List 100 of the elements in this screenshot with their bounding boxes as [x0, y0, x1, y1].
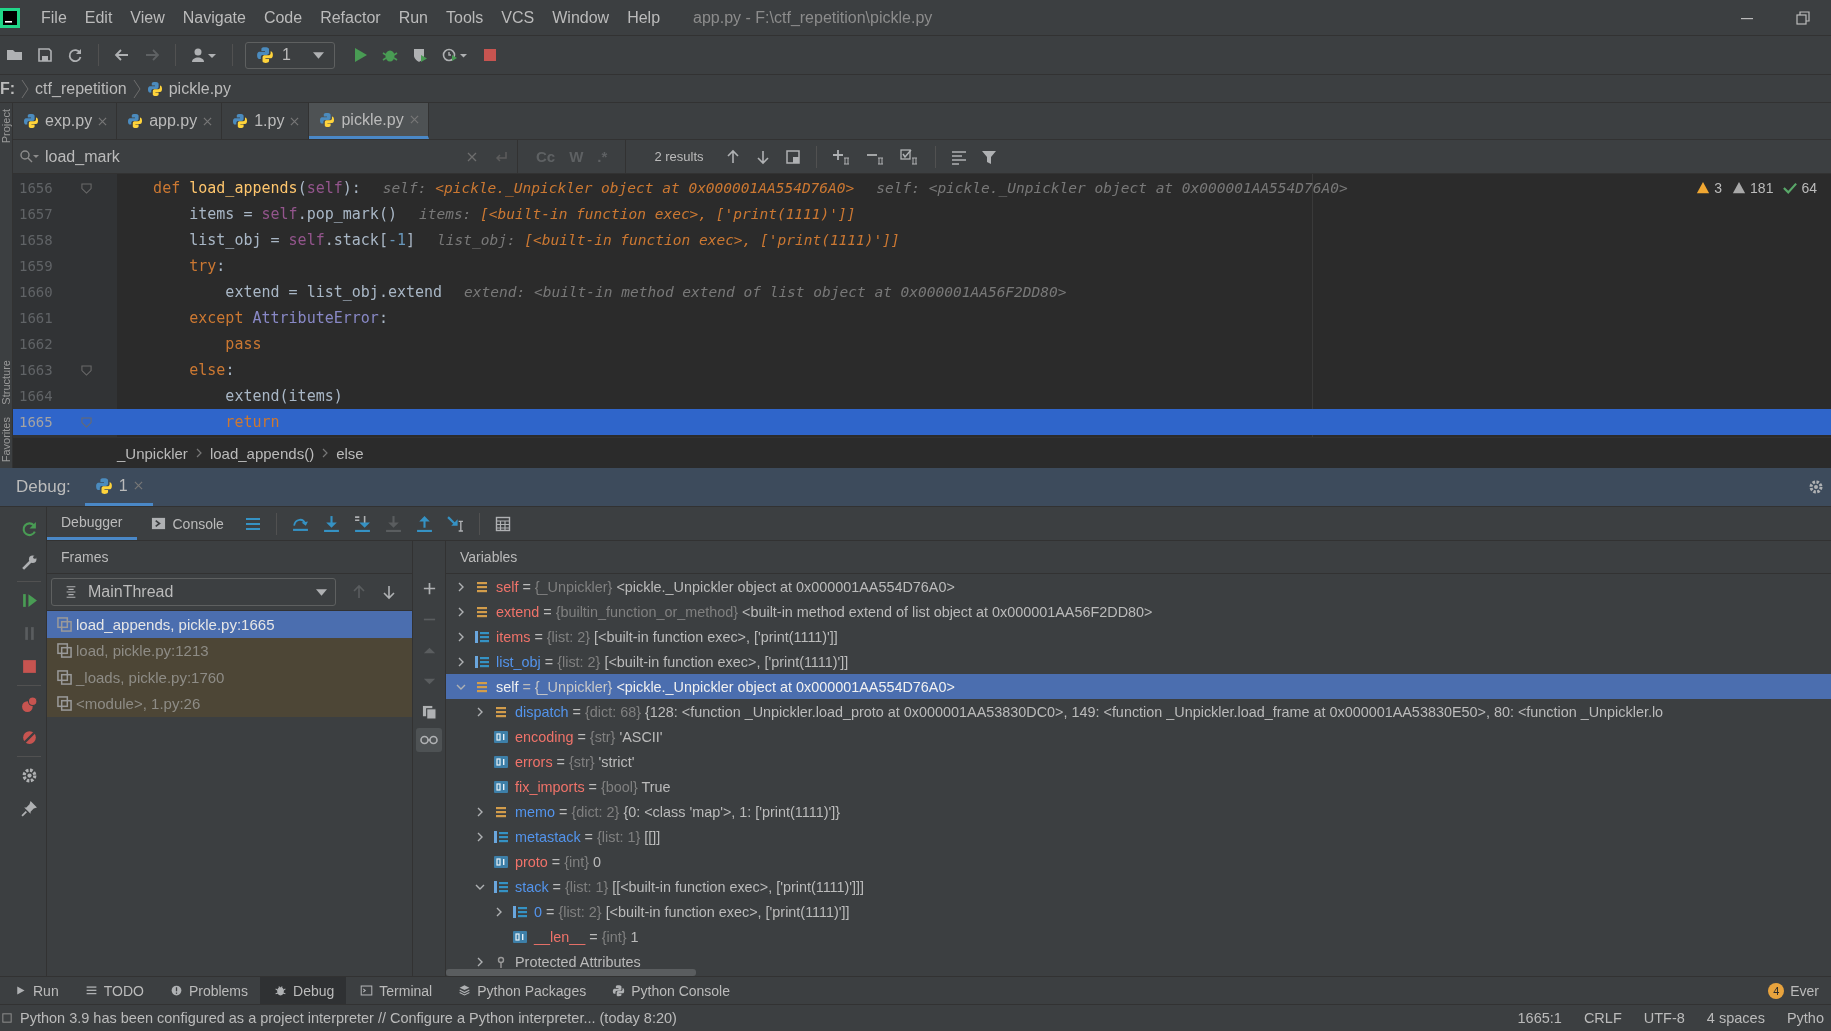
add-occurrence-icon[interactable] [831, 148, 852, 165]
status-item[interactable]: Pytho [1779, 1010, 1831, 1026]
add-icon[interactable] [421, 581, 437, 596]
menu-item[interactable]: Navigate [173, 8, 255, 27]
debugger-tab[interactable]: Debugger [47, 507, 137, 540]
side-tab[interactable]: Structure [0, 354, 12, 411]
mute-breakpoints-icon[interactable] [20, 729, 38, 746]
resume-icon[interactable] [20, 592, 38, 609]
variable-row[interactable]: items = {list: 2} [<built-in function exec>, ['print(1111)']] [446, 624, 1831, 649]
stack-frame[interactable]: _loads, pickle.py:1760 [47, 664, 412, 691]
pin-icon[interactable] [20, 800, 38, 817]
variable-row[interactable]: metastack = {list: 1} [[]] [446, 824, 1831, 849]
thread-dropdown[interactable]: MainThread [51, 578, 336, 606]
variable-row[interactable]: fix_imports = {bool} True [446, 774, 1831, 799]
stop-icon[interactable] [20, 658, 38, 675]
sync-icon[interactable] [67, 47, 83, 63]
folder-icon[interactable] [7, 47, 23, 63]
variable-row[interactable]: 0 = {list: 2} [<built-in function exec>, ['print(1111)']] [446, 899, 1831, 924]
chevron-icon[interactable] [456, 606, 466, 617]
tool-window-tab[interactable]: Python Packages [444, 977, 599, 1004]
scrollbar[interactable] [446, 969, 696, 976]
chevron-icon[interactable] [456, 581, 466, 592]
settings-icon[interactable] [20, 767, 38, 784]
wrench-icon[interactable] [20, 554, 38, 571]
step-into-my-code-icon[interactable] [353, 515, 371, 532]
breadcrumb-item[interactable]: ctf_repetition [35, 79, 127, 98]
search-icon[interactable] [19, 148, 39, 165]
code-breadcrumb[interactable]: _Unpickler [117, 444, 188, 462]
menu-item[interactable]: View [121, 8, 174, 27]
down-arrow-icon[interactable] [381, 584, 397, 600]
variable-row[interactable]: dispatch = {dict: 68} {128: <function _Unpickler.load_proto at 0x000001AA53830DC0>, 149: <function _Unpickler.load_frame at 0x000001AA53830E50>, 80: <function _Unpickler.lo [446, 699, 1831, 724]
menu-item[interactable]: Code [254, 8, 312, 27]
code-breadcrumb[interactable]: load_appends() [209, 444, 315, 462]
menu-item[interactable]: Window [543, 8, 619, 27]
menu-item[interactable]: Run [389, 8, 437, 27]
variable-row[interactable]: self = {_Unpickler} <pickle._Unpickler object at 0x000001AA554D76A0> [446, 574, 1831, 599]
variable-row[interactable]: proto = {int} 0 [446, 849, 1831, 874]
code-breadcrumb[interactable]: else [336, 444, 364, 462]
align-icon[interactable] [950, 148, 967, 165]
breadcrumb-item[interactable]: F: [0, 79, 16, 98]
status-item[interactable]: UTF-8 [1636, 1010, 1692, 1026]
close-icon[interactable] [203, 116, 213, 126]
close-icon[interactable] [290, 116, 300, 126]
watches-toggle[interactable] [416, 728, 442, 752]
save-icon[interactable] [37, 47, 53, 63]
variable-row[interactable]: list_obj = {list: 2} [<built-in function exec>, ['print(1111)']] [446, 649, 1831, 674]
editor-tab[interactable]: exp.py [13, 103, 118, 139]
clear-icon[interactable] [467, 151, 477, 162]
inspection-count[interactable]: 181 [1732, 180, 1774, 196]
panel-toggle-icon[interactable] [2, 1013, 12, 1023]
variable-row[interactable]: stack = {list: 1} [[<built-in function exec>, ['print(1111)']]] [446, 874, 1831, 899]
tool-window-tab[interactable]: Terminal [346, 977, 445, 1004]
variable-row[interactable]: __len__ = {int} 1 [446, 924, 1831, 949]
settings-icon[interactable] [1808, 479, 1824, 495]
menu-item[interactable]: Refactor [311, 8, 390, 27]
menu-item[interactable]: Tools [437, 8, 493, 27]
variable-row[interactable]: extend = {builtin_function_or_method} <built-in method extend of list object at 0x000001AA56F2DD80> [446, 599, 1831, 624]
variable-row[interactable]: errors = {str} 'strict' [446, 749, 1831, 774]
variable-row[interactable]: Protected Attributes [446, 949, 1831, 974]
tool-window-tab[interactable]: TODO [70, 977, 156, 1004]
run-icon[interactable] [352, 47, 368, 63]
status-item[interactable]: CRLF [1576, 1010, 1629, 1026]
fold-marker-icon[interactable] [80, 182, 92, 194]
user-icon[interactable] [191, 47, 217, 63]
tool-window-tab[interactable]: Run [0, 977, 71, 1004]
breakpoints-icon[interactable] [20, 696, 38, 713]
inspection-count[interactable]: 3 [1696, 180, 1723, 196]
variable-row[interactable]: self = {_Unpickler} <pickle._Unpickler object at 0x000001AA554D76A0> [446, 674, 1831, 699]
chevron-icon[interactable] [456, 631, 466, 642]
event-log-tab[interactable]: 4 Ever [1754, 977, 1831, 1004]
coverage-icon[interactable] [412, 47, 428, 63]
editor-tab[interactable]: pickle.py [309, 103, 429, 139]
rerun-icon[interactable] [20, 521, 38, 538]
chevron-icon[interactable] [494, 906, 504, 917]
chevron-icon[interactable] [475, 806, 485, 817]
window-icon[interactable] [784, 148, 801, 165]
search-field[interactable]: load_mark [13, 140, 517, 173]
status-item[interactable]: 1665:1 [1510, 1010, 1569, 1026]
menu-item[interactable]: VCS [492, 8, 544, 27]
calculator-icon[interactable] [494, 515, 511, 532]
status-item[interactable]: 4 spaces [1699, 1010, 1772, 1026]
variable-row[interactable]: memo = {dict: 2} {0: <class 'map'>, 1: ['print(1111)']} [446, 799, 1831, 824]
menu-item[interactable]: Edit [75, 8, 122, 27]
run-config-dropdown[interactable]: 1 [245, 41, 335, 69]
tool-window-tab[interactable]: Debug [260, 977, 347, 1004]
tool-window-tab[interactable]: Python Console [598, 977, 742, 1004]
chevron-icon[interactable] [475, 956, 485, 967]
restore-icon[interactable] [1795, 9, 1811, 26]
close-icon[interactable] [98, 116, 108, 126]
profile-icon[interactable] [442, 47, 468, 63]
chevron-icon[interactable] [456, 656, 466, 667]
select-all-icon[interactable] [899, 148, 920, 165]
stop-icon[interactable] [482, 47, 498, 63]
chevron-icon[interactable] [475, 831, 485, 842]
fold-marker-icon[interactable] [80, 416, 92, 428]
step-out-icon[interactable] [415, 515, 433, 532]
debug-session-tab[interactable]: 1 [84, 468, 153, 506]
editor-tab[interactable]: app.py [117, 103, 223, 139]
run-to-cursor-icon[interactable] [446, 515, 464, 532]
stack-frame[interactable]: load, pickle.py:1213 [47, 637, 412, 664]
